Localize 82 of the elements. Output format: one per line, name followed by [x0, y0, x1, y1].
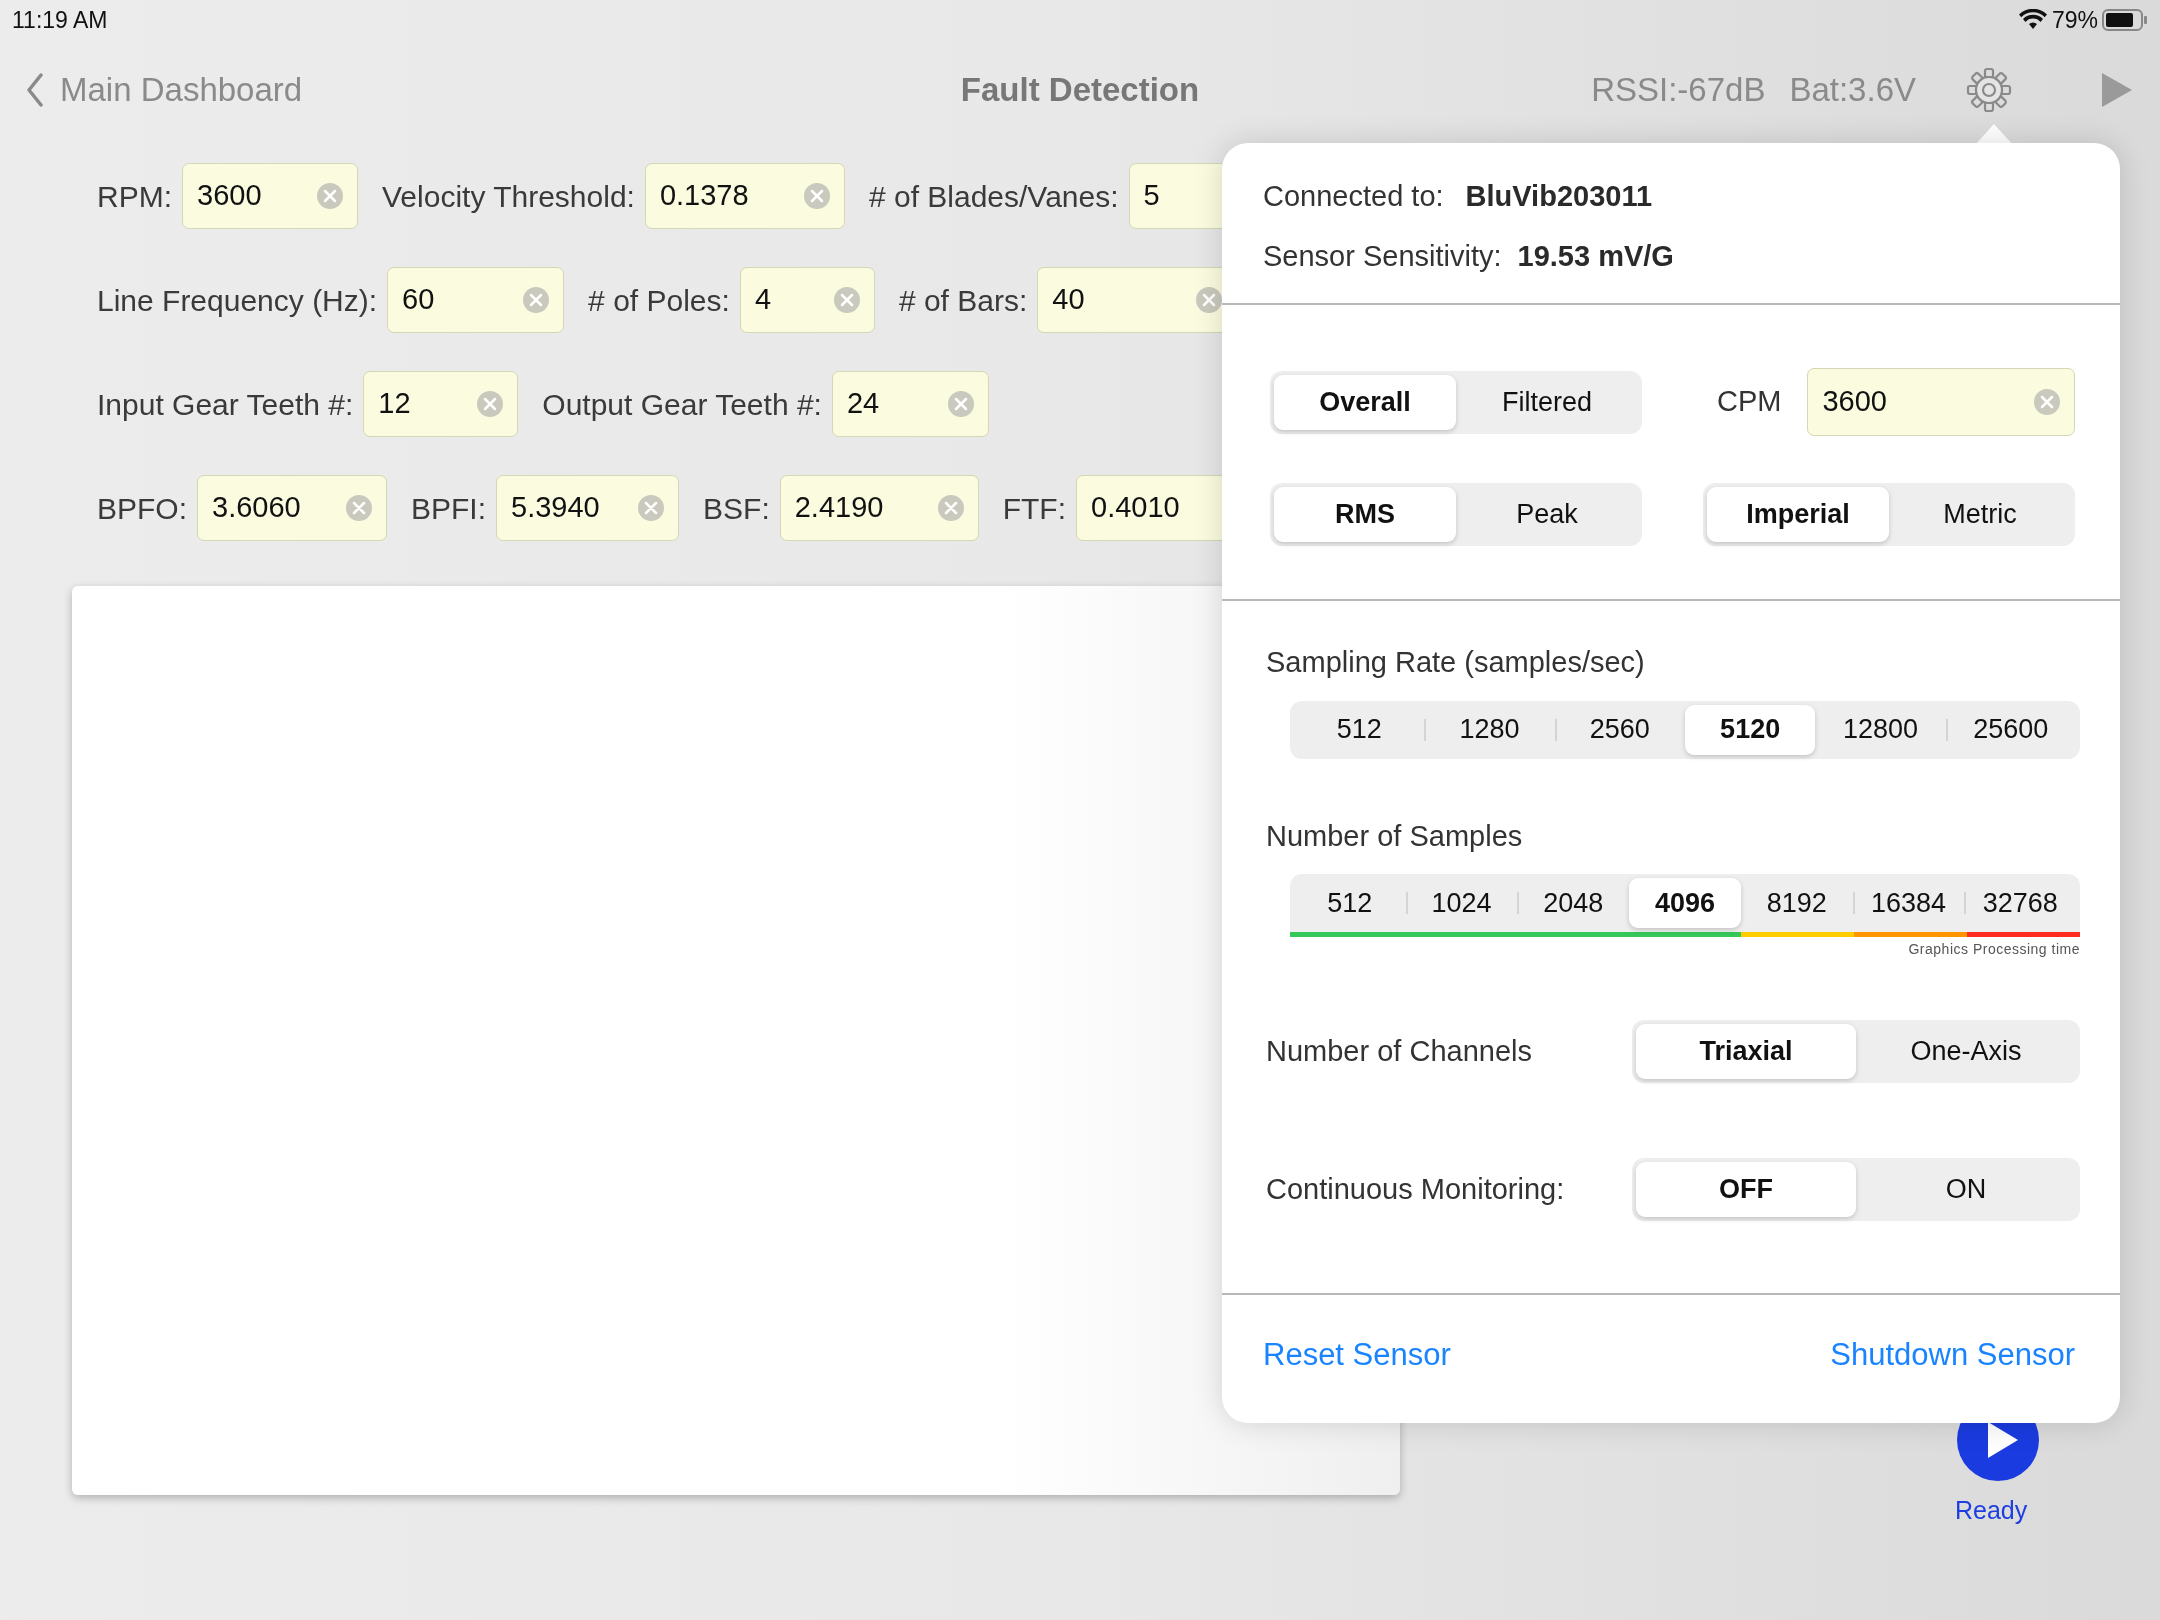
segment-option[interactable]: 4096: [1629, 878, 1741, 928]
field-label: Output Gear Teeth #:: [542, 386, 822, 423]
clear-icon[interactable]: [831, 285, 862, 315]
input-field[interactable]: 12: [363, 371, 519, 437]
input-field[interactable]: 0.1378: [644, 163, 845, 229]
segment-option[interactable]: 512: [1294, 704, 1425, 755]
segment-option[interactable]: One-Axis: [1856, 1024, 2076, 1079]
clear-icon[interactable]: [344, 493, 374, 523]
clear-icon[interactable]: [1194, 285, 1222, 315]
segment-option[interactable]: 512: [1294, 878, 1406, 928]
segment-option[interactable]: 2048: [1517, 878, 1630, 928]
clear-icon[interactable]: [636, 493, 667, 523]
segment-option[interactable]: Overall: [1274, 374, 1456, 430]
segment-option[interactable]: ON: [1856, 1162, 2076, 1217]
text-link[interactable]: Reset Sensor: [1263, 1331, 1451, 1379]
input-field[interactable]: 4: [739, 267, 875, 333]
status-time: 11:19 AM: [12, 5, 108, 35]
battery-icon: [2102, 9, 2148, 31]
settings-icon[interactable]: [1966, 67, 2012, 113]
field-label: Line Frequency (Hz):: [97, 282, 378, 319]
battery-voltage: Bat:3.6V: [1789, 70, 1916, 111]
segment-option[interactable]: 25600: [1945, 704, 2076, 755]
input-field[interactable]: 0.4010: [1076, 475, 1222, 541]
field-label: FTF:: [1002, 490, 1067, 527]
segment-option[interactable]: Triaxial: [1636, 1024, 1856, 1079]
segment-option[interactable]: RMS: [1274, 487, 1456, 542]
field-label: # of Poles:: [588, 282, 730, 319]
field-label: # of Blades/Vanes:: [868, 178, 1119, 215]
segment-option[interactable]: 1280: [1424, 704, 1555, 755]
text-link[interactable]: Shutdown Sensor: [1830, 1331, 2075, 1379]
segment-option[interactable]: Imperial: [1707, 487, 1889, 542]
input-field[interactable]: 2.4190: [779, 475, 979, 541]
field-label: BPFO:: [97, 490, 187, 527]
input-field[interactable]: 24: [831, 371, 989, 437]
segment-option[interactable]: 12800: [1815, 704, 1946, 755]
input-field[interactable]: 5.3940: [496, 475, 680, 541]
input-field[interactable]: 3600: [182, 163, 358, 229]
sensitivity-value: 19.53 mV/G: [1517, 238, 1674, 274]
legend-text: Graphics Processing time: [1908, 941, 2080, 957]
field-label: BPFI:: [411, 490, 487, 527]
clear-icon[interactable]: [801, 181, 832, 211]
setting-label: Continuous Monitoring:: [1266, 1171, 1565, 1207]
segment-option[interactable]: 32768: [1964, 878, 2077, 928]
section-label: Number of Samples: [1266, 818, 1524, 854]
play-icon[interactable]: [2100, 71, 2134, 109]
field-label: RPM:: [97, 178, 172, 215]
wifi-icon: [2017, 9, 2048, 31]
input-field[interactable]: 60: [387, 267, 565, 333]
field-label: # of Bars:: [898, 282, 1028, 319]
input-field[interactable]: 3600: [1807, 368, 2075, 436]
setting-label: Number of Channels: [1266, 1033, 1532, 1069]
segment-option[interactable]: Metric: [1889, 487, 2071, 542]
input-field[interactable]: 40: [1037, 267, 1222, 333]
clear-icon[interactable]: [935, 493, 966, 523]
segment-option[interactable]: Filtered: [1456, 374, 1638, 430]
status-label: Ready: [1955, 1495, 2028, 1526]
field-label: Velocity Threshold:: [382, 178, 635, 215]
input-field[interactable]: 5: [1128, 163, 1222, 229]
clear-icon[interactable]: [315, 181, 345, 211]
input-field[interactable]: 3.6060: [197, 475, 387, 541]
screen-title: Fault Detection: [960, 71, 1200, 109]
battery-percent: 79%: [2051, 5, 2098, 35]
segment-option[interactable]: 8192: [1740, 878, 1853, 928]
signal-reading: RSSI:-67dB: [1591, 70, 1766, 111]
section-label: Sampling Rate (samples/sec): [1266, 645, 1646, 680]
clear-icon[interactable]: [945, 389, 976, 419]
info-label: Connected to:: [1263, 179, 1444, 214]
field-label: CPM: [1717, 384, 1782, 420]
clear-icon[interactable]: [521, 285, 552, 315]
chevron-left-icon: [26, 73, 44, 107]
segment-option[interactable]: 5120: [1685, 704, 1816, 755]
device-name: BluVib203011: [1465, 179, 1653, 214]
info-label: Sensor Sensitivity:: [1263, 238, 1502, 274]
clear-icon[interactable]: [2032, 387, 2062, 417]
segment-option[interactable]: 2560: [1554, 704, 1685, 755]
segment-option[interactable]: 1024: [1405, 878, 1518, 928]
segment-option[interactable]: 16384: [1852, 878, 1965, 928]
segment-option[interactable]: Peak: [1456, 487, 1638, 542]
clear-icon[interactable]: [475, 389, 506, 419]
field-label: Input Gear Teeth #:: [97, 386, 354, 423]
segment-option[interactable]: OFF: [1636, 1162, 1856, 1217]
field-label: BSF:: [703, 490, 770, 527]
